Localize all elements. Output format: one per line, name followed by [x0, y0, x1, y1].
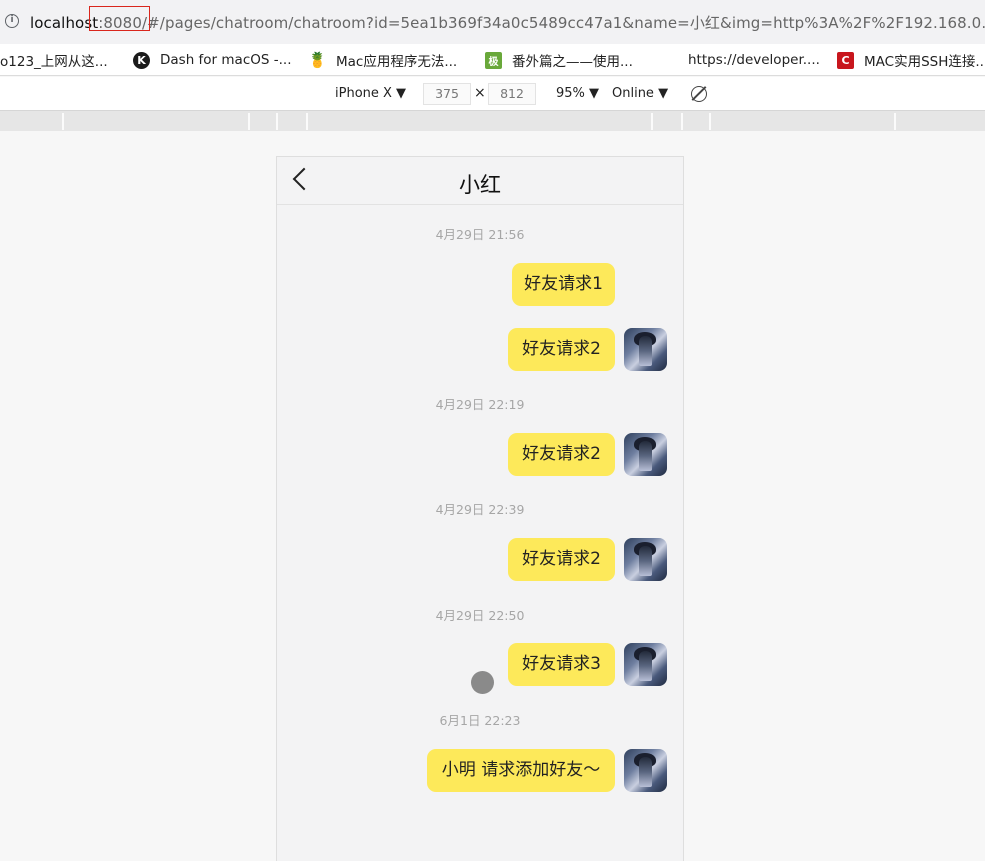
message-bubble[interactable]: 好友请求2: [508, 538, 615, 581]
user-avatar[interactable]: [624, 749, 667, 792]
apple-icon: [661, 52, 678, 69]
port-highlight-box: [89, 6, 150, 31]
bookmark-label: Mac应用程序无法...: [336, 54, 458, 70]
bookmark-item[interactable]: 极 番外篇之——使用...: [485, 50, 633, 70]
address-bar: i localhost:8080/#/pages/chatroom/chatro…: [0, 0, 985, 44]
chat-title: 小红: [459, 173, 501, 197]
url-field[interactable]: localhost:8080/#/pages/chatroom/chatroom…: [30, 12, 985, 33]
media-query-divider: [709, 113, 711, 130]
user-avatar[interactable]: [624, 328, 667, 371]
bookmark-label: https://developer....: [688, 52, 820, 68]
bookmarks-bar: o123_上网从这... K Dash for macOS -... 🍍 Mac…: [0, 44, 985, 76]
chat-header: 小红: [277, 157, 683, 205]
bookmark-item[interactable]: K Dash for macOS -...: [133, 50, 291, 70]
message-bubble[interactable]: 小明 请求添加好友～: [427, 749, 615, 792]
user-avatar[interactable]: [624, 433, 667, 476]
user-avatar[interactable]: [624, 643, 667, 686]
pineapple-icon: 🍍: [308, 51, 327, 69]
media-query-bar[interactable]: [0, 111, 985, 131]
zoom-select[interactable]: 95% ▼: [556, 86, 599, 101]
k-logo-icon: K: [133, 51, 150, 69]
bookmark-label: Dash for macOS -...: [160, 52, 292, 68]
media-query-divider: [248, 113, 250, 130]
message-bubble[interactable]: 好友请求1: [512, 263, 615, 306]
green-book-icon: 极: [485, 51, 502, 69]
info-icon[interactable]: i: [5, 14, 19, 28]
message-timestamp: 4月29日 21:56: [435, 227, 525, 242]
bookmark-item[interactable]: o123_上网从这...: [0, 50, 108, 70]
media-query-divider: [62, 113, 64, 130]
rotate-icon[interactable]: [691, 86, 707, 102]
device-height-input[interactable]: 812: [488, 83, 536, 105]
message-bubble[interactable]: 好友请求2: [508, 433, 615, 476]
times-sign: ×: [474, 85, 486, 101]
bookmark-item[interactable]: 🍍 Mac应用程序无法...: [308, 50, 458, 70]
url-host: localhost: [30, 14, 99, 32]
message-timestamp: 6月1日 22:23: [439, 713, 521, 728]
message-bubble[interactable]: 好友请求2: [508, 328, 615, 371]
user-avatar[interactable]: [624, 538, 667, 581]
media-query-divider: [651, 113, 653, 130]
device-select[interactable]: iPhone X ▼: [335, 86, 406, 101]
message-timestamp: 4月29日 22:50: [435, 608, 525, 623]
bookmark-item[interactable]: C MAC实用SSH连接...: [837, 50, 985, 70]
device-toolbar: iPhone X ▼ 375 × 812 95% ▼ Online ▼: [0, 77, 985, 111]
media-query-divider: [276, 113, 278, 130]
media-query-divider: [306, 113, 308, 130]
message-timestamp: 4月29日 22:19: [435, 397, 525, 412]
red-c-icon: C: [837, 51, 854, 69]
touch-cursor-indicator: [471, 671, 494, 694]
media-query-divider: [681, 113, 683, 130]
bookmark-label: 番外篇之——使用...: [512, 54, 633, 70]
bookmark-label: o123_上网从这...: [0, 54, 108, 70]
url-path: #/pages/chatroom/chatroom?id=5ea1b369f34…: [147, 14, 985, 32]
bookmark-item[interactable]: https://developer....: [661, 50, 820, 70]
media-query-divider: [894, 113, 896, 130]
message-timestamp: 4月29日 22:39: [435, 502, 525, 517]
phone-viewport: 小红 4月29日 21:56 好友请求1 好友请求2 4月29日 22:19 好…: [276, 156, 684, 861]
message-bubble[interactable]: 好友请求3: [508, 643, 615, 686]
device-width-input[interactable]: 375: [423, 83, 471, 105]
network-select[interactable]: Online ▼: [612, 86, 668, 101]
bookmark-label: MAC实用SSH连接...: [864, 54, 985, 70]
